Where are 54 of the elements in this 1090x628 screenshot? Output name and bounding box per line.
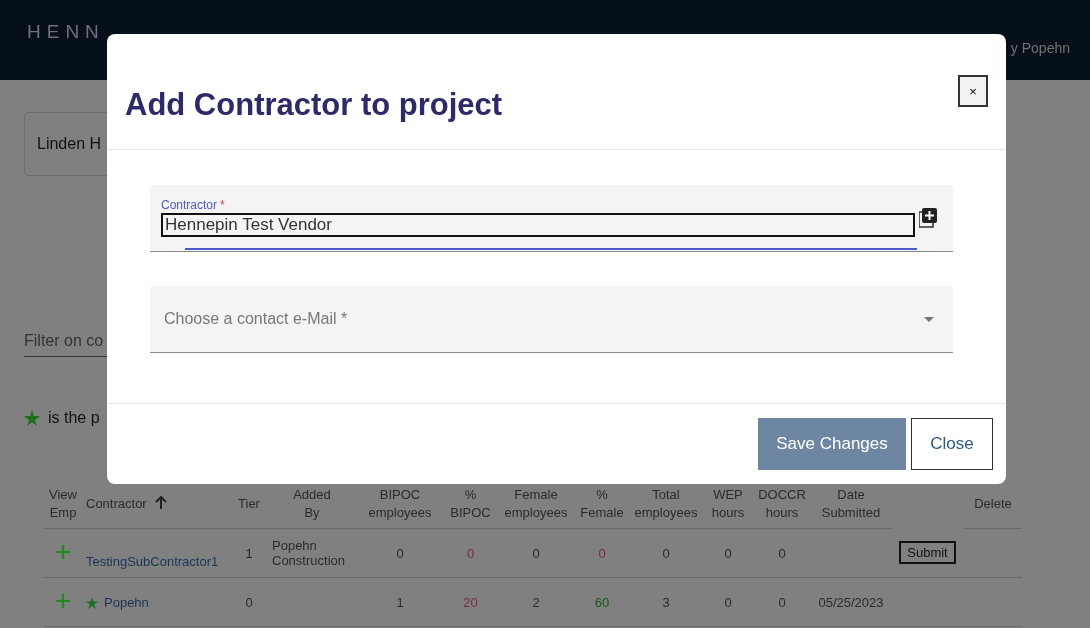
column-header[interactable]: Total employees	[634, 486, 698, 522]
dropdown-caret-icon	[924, 316, 934, 322]
column-header[interactable]: Tier	[238, 495, 260, 513]
star-icon	[86, 596, 98, 609]
column-header[interactable]: View Emp	[49, 486, 77, 522]
contractor-input[interactable]: Hennepin Test Vendor	[161, 213, 915, 237]
field-label: Contractor	[161, 198, 218, 212]
email-select[interactable]: Choose a contact e-Mail *	[150, 286, 953, 353]
user-name[interactable]: y Popehn	[1010, 40, 1070, 56]
submit-button[interactable]: Submit	[899, 541, 956, 565]
legend-text: is the p	[48, 409, 100, 427]
select-placeholder: Choose a contact e-Mail *	[164, 310, 348, 328]
table-cell: 0	[245, 594, 253, 610]
table-cell: 1	[245, 545, 253, 561]
table-cell: 0	[778, 594, 786, 610]
plus-icon	[56, 544, 70, 559]
table-cell: 1	[396, 594, 404, 610]
table-cell: 3	[662, 594, 670, 610]
column-header[interactable]: % Female	[580, 486, 624, 522]
column-header[interactable]: WEP hours	[711, 486, 745, 522]
table-cell: 20	[463, 594, 478, 610]
filter-field[interactable]: Filter on co	[24, 328, 144, 357]
column-header[interactable]: DOCCR hours	[758, 486, 806, 522]
column-header[interactable]: Contractor	[86, 496, 147, 511]
star-icon	[24, 410, 40, 426]
close-button[interactable]: ×	[958, 75, 988, 107]
close-button[interactable]: Close	[911, 418, 993, 470]
table-cell: 0	[396, 545, 404, 561]
contractor-link[interactable]: TestingSubContractor1	[86, 553, 219, 569]
brand-logo-text[interactable]: HENN	[27, 21, 105, 43]
column-header[interactable]: % BIPOC	[450, 486, 491, 522]
table-cell: 0	[778, 545, 786, 561]
column-header[interactable]: BIPOC employees	[368, 486, 432, 522]
table-cell: 05/25/2023	[818, 594, 884, 610]
column-header[interactable]: Delete	[974, 495, 1012, 513]
contractor-field[interactable]: Contractor * Hennepin Test Vendor	[150, 185, 953, 252]
table-cell: Popehn Construction	[272, 538, 345, 568]
column-header[interactable]: Added By	[293, 486, 331, 522]
contractor-link[interactable]: Popehn	[104, 594, 149, 610]
table-cell: 0	[724, 594, 732, 610]
table-cell: 2	[532, 594, 540, 610]
dialog-title: Add Contractor to project	[125, 87, 503, 123]
column-header[interactable]: Date Submitted	[821, 486, 881, 522]
save-button[interactable]: Save Changes	[758, 418, 906, 470]
column-header[interactable]: Female employees	[504, 486, 568, 522]
project-title: Linden H	[37, 135, 102, 153]
table-cell: 0	[598, 545, 606, 561]
table-cell: 0	[532, 545, 540, 561]
table-cell: 0	[724, 545, 732, 561]
required-mark: *	[220, 198, 225, 212]
table-cell: 0	[662, 545, 670, 561]
table-cell: 60	[594, 594, 610, 610]
table-cell: 0	[466, 545, 475, 561]
plus-icon	[56, 593, 70, 608]
